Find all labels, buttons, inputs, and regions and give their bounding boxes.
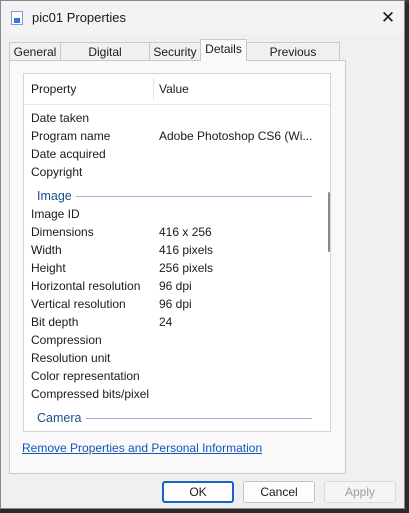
- tab-details[interactable]: Details: [200, 39, 247, 61]
- apply-button[interactable]: Apply: [324, 481, 396, 503]
- remove-properties-link[interactable]: Remove Properties and Personal Informati…: [22, 441, 262, 455]
- property-name: Date acquired: [31, 147, 106, 161]
- table-row[interactable]: Copyright: [24, 163, 324, 181]
- section-rule: [86, 418, 312, 419]
- scrollbar-thumb[interactable]: [328, 192, 330, 252]
- property-value: 416 pixels: [159, 243, 214, 257]
- section-image: Image: [24, 187, 324, 205]
- vertical-scrollbar[interactable]: [326, 74, 330, 431]
- table-row[interactable]: Compression: [24, 331, 324, 349]
- property-name: Image ID: [31, 207, 80, 221]
- property-name: Program name: [31, 129, 111, 143]
- property-name: Dimensions: [31, 225, 94, 239]
- title-bar: pic01 Properties ✕: [1, 1, 404, 34]
- property-name: Color representation: [31, 369, 140, 383]
- table-row[interactable]: Height 256 pixels: [24, 259, 324, 277]
- property-value: 96 dpi: [159, 297, 192, 311]
- tab-previous-versions[interactable]: Previous Versions: [246, 42, 340, 77]
- section-rule: [76, 196, 312, 197]
- cancel-button[interactable]: Cancel: [243, 481, 315, 503]
- list-header: Property Value: [24, 74, 330, 104]
- tab-security[interactable]: Security: [149, 42, 201, 61]
- image-file-icon: [11, 11, 23, 25]
- tab-general[interactable]: General: [9, 42, 61, 61]
- property-value: 96 dpi: [159, 279, 192, 293]
- properties-list[interactable]: Property Value Date taken Program name Ado…: [23, 73, 331, 432]
- header-divider: [24, 104, 330, 105]
- table-row[interactable]: Resolution unit: [24, 349, 324, 367]
- table-row[interactable]: Color representation: [24, 367, 324, 385]
- properties-dialog: pic01 Properties ✕ General Digital Signa…: [0, 0, 405, 509]
- table-row[interactable]: Date acquired: [24, 145, 324, 163]
- table-row[interactable]: Date taken: [24, 109, 324, 127]
- table-row[interactable]: Program name Adobe Photoshop CS6 (Wi...: [24, 127, 324, 145]
- property-name: Compression: [31, 333, 102, 347]
- property-name: Width: [31, 243, 62, 257]
- column-header-property[interactable]: Property: [31, 82, 76, 96]
- table-row[interactable]: Compressed bits/pixel: [24, 385, 324, 403]
- section-label: Camera: [37, 411, 82, 425]
- section-label: Image: [37, 189, 72, 203]
- column-divider[interactable]: [153, 78, 154, 100]
- property-name: Horizontal resolution: [31, 279, 141, 293]
- property-value: 416 x 256: [159, 225, 212, 239]
- property-name: Copyright: [31, 165, 83, 179]
- table-row[interactable]: Camera maker: [24, 427, 324, 431]
- ok-button[interactable]: OK: [162, 481, 234, 503]
- property-name: Date taken: [31, 111, 90, 125]
- table-row[interactable]: Image ID: [24, 205, 324, 223]
- section-camera: Camera: [24, 409, 324, 427]
- property-name: Vertical resolution: [31, 297, 126, 311]
- table-row[interactable]: Vertical resolution 96 dpi: [24, 295, 324, 313]
- property-name: Bit depth: [31, 315, 79, 329]
- property-value: Adobe Photoshop CS6 (Wi...: [159, 129, 313, 143]
- property-name: Compressed bits/pixel: [31, 387, 150, 401]
- property-value: 24: [159, 315, 173, 329]
- table-row[interactable]: Bit depth 24: [24, 313, 324, 331]
- property-name: Camera maker: [31, 427, 110, 431]
- property-name: Resolution unit: [31, 351, 111, 365]
- property-name: Height: [31, 261, 66, 275]
- table-row[interactable]: Width 416 pixels: [24, 241, 324, 259]
- table-row[interactable]: Horizontal resolution 96 dpi: [24, 277, 324, 295]
- column-header-value[interactable]: Value: [159, 82, 189, 96]
- table-row[interactable]: Dimensions 416 x 256: [24, 223, 324, 241]
- window-title: pic01 Properties: [32, 10, 126, 25]
- tab-digital-signatures[interactable]: Digital Signatures: [60, 42, 150, 77]
- close-icon[interactable]: ✕: [373, 5, 403, 31]
- property-value: 256 pixels: [159, 261, 214, 275]
- details-panel: Property Value Date taken Program name Ado…: [9, 60, 346, 474]
